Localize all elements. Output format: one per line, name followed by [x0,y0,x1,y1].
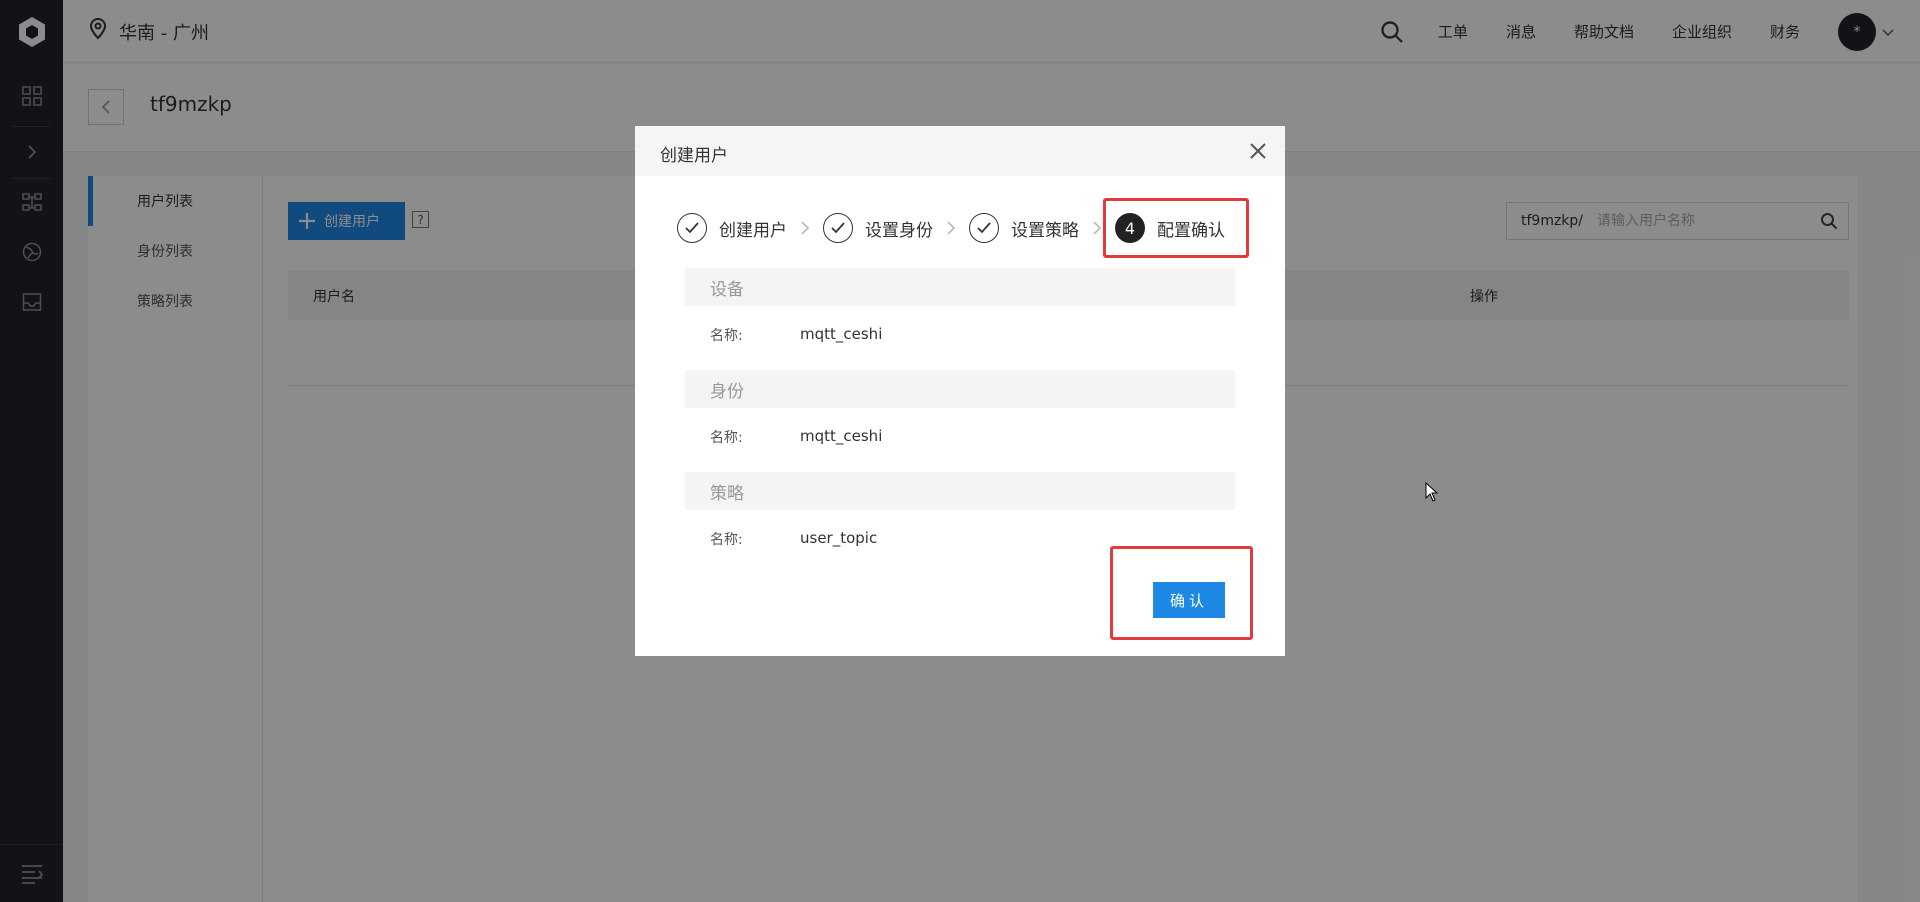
chevron-right-icon [1093,221,1101,235]
section-identity: 身份 [685,370,1235,408]
step-set-policy: 设置策略 [969,213,1079,243]
identity-name-row: 名称: mqtt_ceshi [710,427,882,447]
device-name-value: mqtt_ceshi [800,325,883,343]
field-label: 名称: [710,430,743,446]
checkmark-icon [823,213,853,243]
close-icon[interactable] [1245,138,1271,164]
dialog-header: 创建用户 [635,126,1285,176]
create-user-dialog: 创建用户 创建用户 设置身份 设置策略 4 配置确认 设备 名称: mqtt_c… [635,126,1285,656]
policy-name-row: 名称: user_topic [710,529,877,549]
policy-name-value: user_topic [800,529,878,547]
step-set-identity: 设置身份 [823,213,933,243]
step-label: 设置策略 [1011,220,1079,241]
field-label: 名称: [710,532,743,548]
section-device: 设备 [685,268,1235,306]
step-label: 创建用户 [719,220,787,241]
identity-name-value: mqtt_ceshi [800,427,883,445]
section-policy: 策略 [685,472,1235,510]
chevron-right-icon [947,221,955,235]
mouse-cursor-icon [1425,481,1439,506]
step-label: 设置身份 [865,220,933,241]
device-name-row: 名称: mqtt_ceshi [710,325,882,345]
chevron-right-icon [801,221,809,235]
confirm-button[interactable]: 确认 [1153,582,1225,618]
step-create-user: 创建用户 [677,213,787,243]
checkmark-icon [677,213,707,243]
current-step-highlight [1103,198,1249,258]
field-label: 名称: [710,328,743,344]
checkmark-icon [969,213,999,243]
dialog-title: 创建用户 [660,146,728,166]
